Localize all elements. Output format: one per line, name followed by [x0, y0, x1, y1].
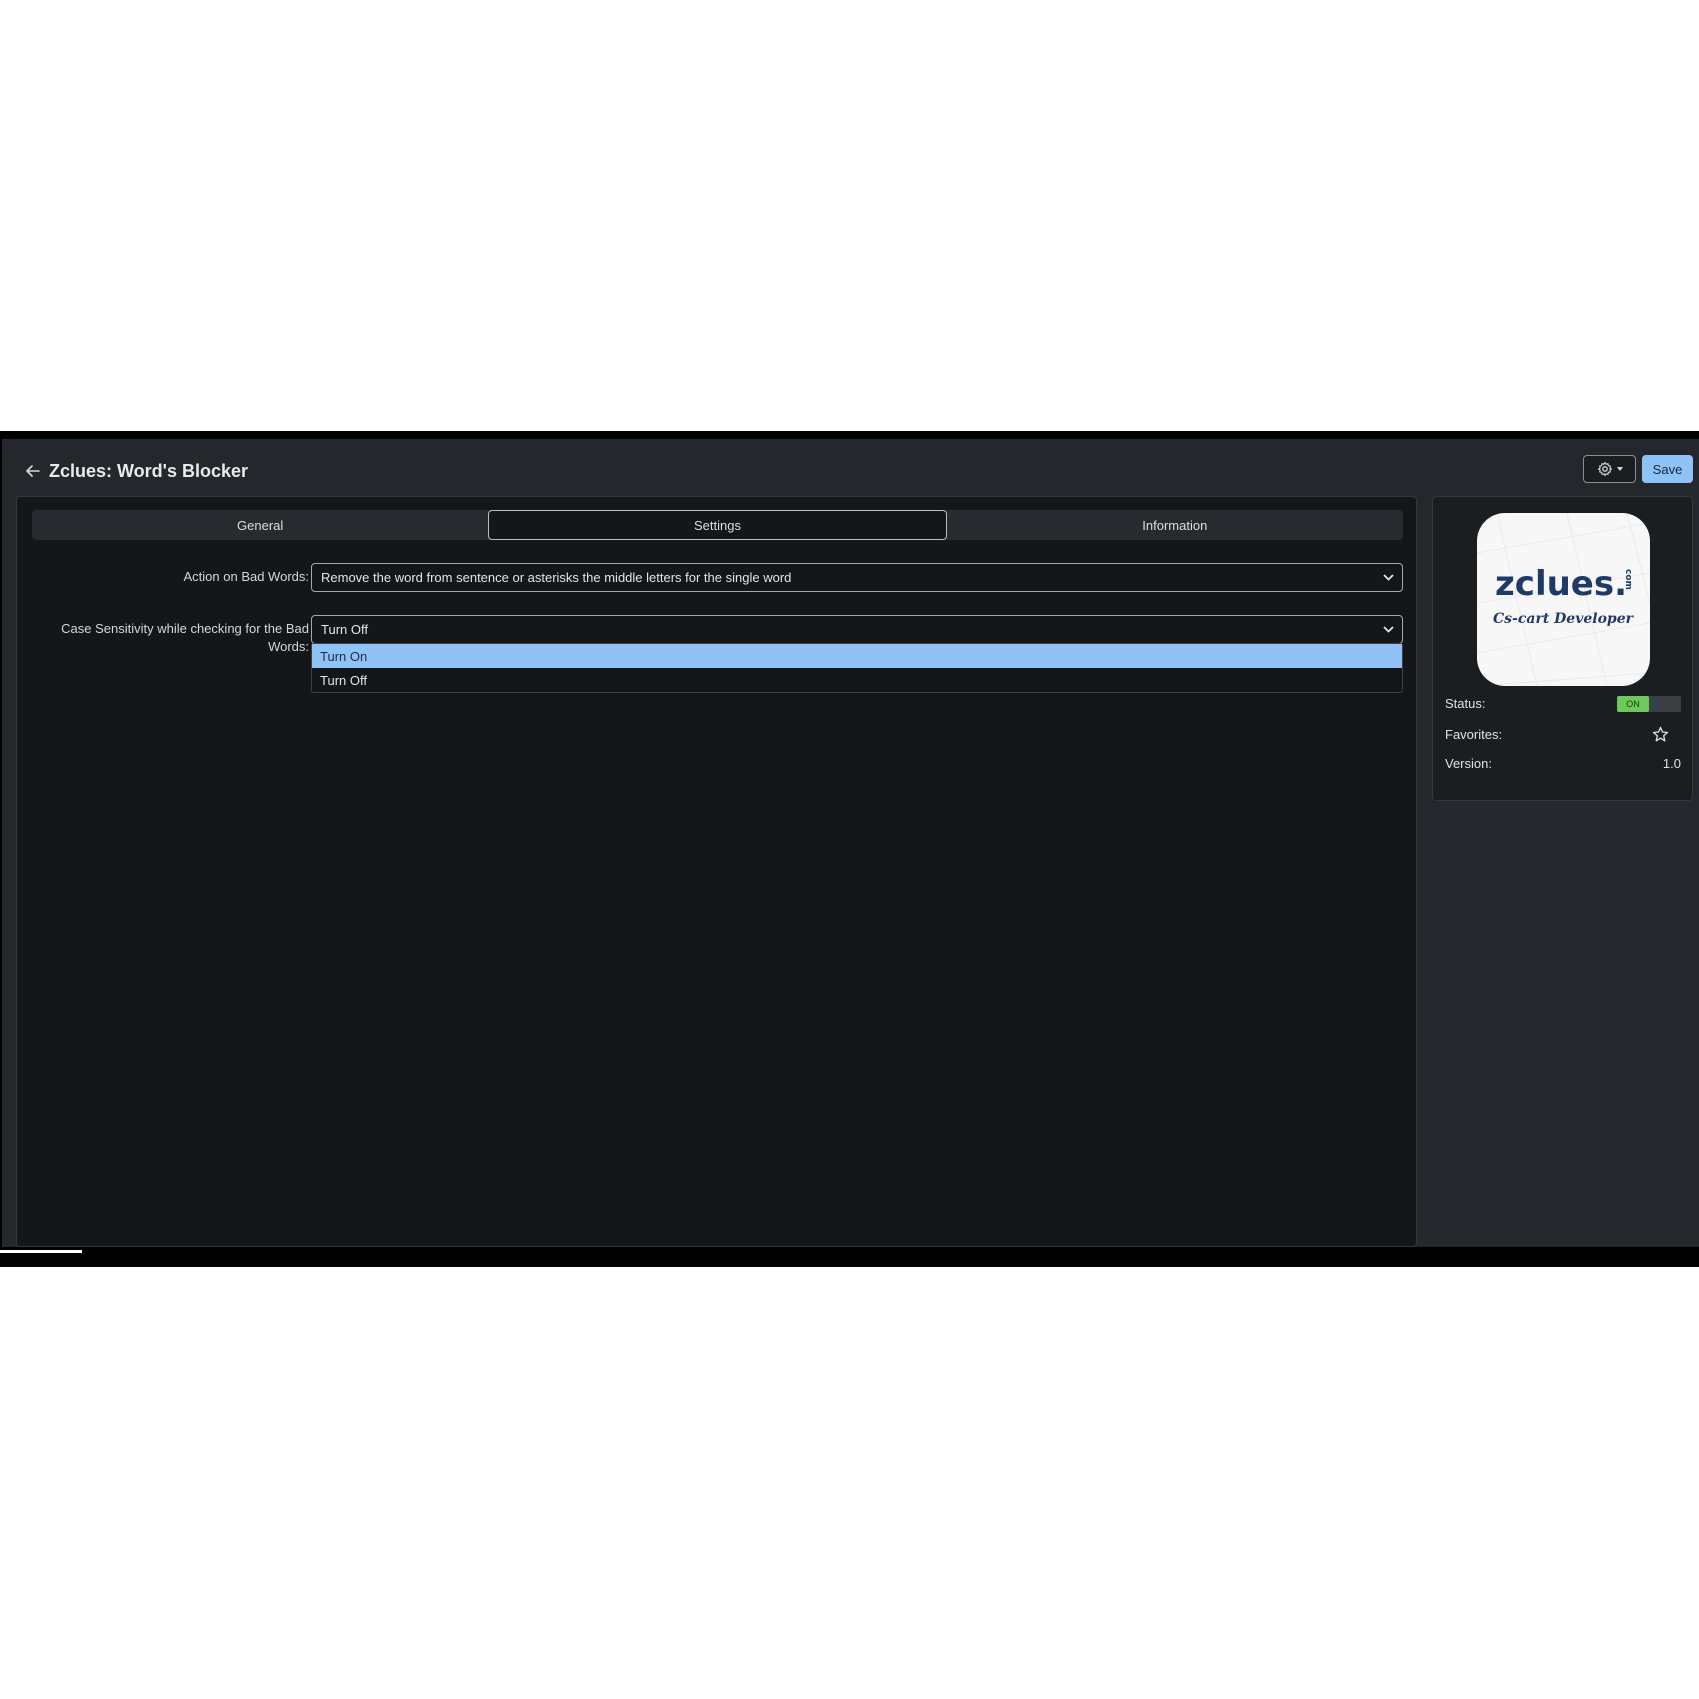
addon-page: Zclues: Word's Blocker Save General Sett…: [2, 439, 1699, 1247]
case-sensitivity-select[interactable]: Turn Off: [311, 615, 1403, 644]
favorites-label: Favorites:: [1445, 727, 1503, 742]
favorites-row: Favorites:: [1445, 725, 1681, 745]
caret-down-icon: [1616, 467, 1623, 471]
status-row: Status: ON: [1445, 694, 1681, 714]
star-icon[interactable]: [1652, 726, 1669, 743]
back-button[interactable]: [22, 461, 44, 481]
tab-bar: General Settings Information: [32, 510, 1403, 540]
case-sensitivity-label: Case Sensitivity while checking for the …: [61, 621, 309, 654]
addon-logo: zclues. com Cs-cart Developer: [1477, 513, 1650, 686]
case-sensitivity-dropdown: Turn On Turn Off: [311, 643, 1403, 693]
option-turn-off[interactable]: Turn Off: [312, 668, 1402, 692]
logo-suffix: com: [1623, 569, 1633, 590]
status-on-indicator: ON: [1617, 696, 1649, 712]
version-label: Version:: [1445, 756, 1492, 771]
settings-panel: General Settings Information Action on B…: [16, 496, 1417, 1247]
gear-icon: [1597, 461, 1612, 477]
case-sensitivity-value: Turn Off: [321, 622, 368, 637]
option-turn-on[interactable]: Turn On: [312, 644, 1402, 668]
version-row: Version: 1.0: [1445, 754, 1681, 774]
action-select-value: Remove the word from sentence or asteris…: [321, 570, 792, 585]
page-header: Zclues: Word's Blocker Save: [2, 439, 1699, 495]
logo-wordmark: zclues.: [1495, 564, 1627, 604]
chevron-down-icon: [1383, 626, 1394, 633]
arrow-left-icon: [26, 465, 40, 477]
loading-bar: [0, 1250, 82, 1253]
app-window: Zclues: Word's Blocker Save General Sett…: [0, 431, 1699, 1267]
status-toggle[interactable]: ON: [1617, 696, 1681, 712]
addon-info-card: zclues. com Cs-cart Developer Status: ON…: [1432, 496, 1693, 801]
action-label: Action on Bad Words:: [183, 569, 310, 584]
action-select[interactable]: Remove the word from sentence or asteris…: [311, 563, 1403, 592]
page-title: Zclues: Word's Blocker: [49, 461, 249, 481]
version-value: 1.0: [1662, 756, 1681, 771]
save-button[interactable]: Save: [1642, 455, 1693, 483]
zclues-logo-image: zclues. com Cs-cart Developer: [1477, 513, 1650, 686]
status-label: Status:: [1445, 696, 1486, 711]
tab-information[interactable]: Information: [947, 510, 1403, 540]
tab-settings[interactable]: Settings: [488, 510, 947, 540]
settings-menu-button[interactable]: [1583, 455, 1636, 483]
chevron-down-icon: [1383, 574, 1394, 581]
logo-tagline: Cs-cart Developer: [1493, 611, 1635, 627]
tab-general[interactable]: General: [32, 510, 488, 540]
